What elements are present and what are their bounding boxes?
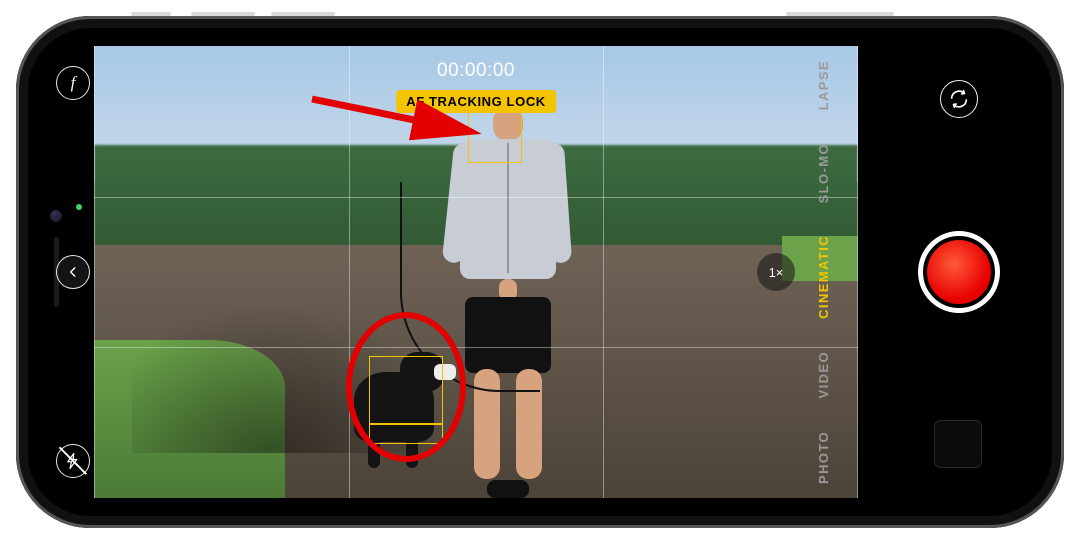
focus-box-dog[interactable] bbox=[369, 356, 443, 444]
iphone-frame: f bbox=[16, 16, 1064, 528]
grid-line bbox=[94, 197, 858, 198]
flash-off-button[interactable] bbox=[56, 444, 90, 478]
chevron-left-icon bbox=[66, 265, 80, 279]
grid-line bbox=[349, 46, 350, 498]
record-button[interactable] bbox=[918, 231, 1000, 313]
last-capture-thumbnail[interactable] bbox=[934, 420, 982, 468]
camera-indicator-icon bbox=[76, 204, 82, 210]
mode-slomo[interactable]: SLO-MO bbox=[816, 127, 831, 219]
camera-viewfinder[interactable]: 00:00:00 AF TRACKING LOCK bbox=[94, 46, 858, 498]
zoom-level-label: 1× bbox=[769, 265, 784, 280]
screen: f bbox=[32, 32, 1048, 512]
mode-video[interactable]: VIDEO bbox=[816, 335, 831, 414]
mode-cinematic[interactable]: CINEMATIC bbox=[816, 219, 831, 335]
mode-selector[interactable]: LAPSE SLO-MO CINEMATIC VIDEO PHOTO bbox=[808, 32, 838, 512]
zoom-level-button[interactable]: 1× bbox=[757, 253, 795, 291]
f-stop-icon: f bbox=[71, 73, 76, 93]
mode-photo[interactable]: PHOTO bbox=[816, 415, 831, 500]
record-timecode: 00:00:00 bbox=[437, 60, 515, 82]
volume-up-button-hw bbox=[191, 12, 255, 16]
grid-line bbox=[603, 46, 604, 498]
record-icon bbox=[927, 240, 991, 304]
volume-down-button-hw bbox=[271, 12, 335, 16]
depth-control-button[interactable]: f bbox=[56, 66, 90, 100]
rotate-icon bbox=[948, 88, 970, 110]
af-tracking-lock-badge: AF TRACKING LOCK bbox=[396, 90, 556, 113]
side-button-hw bbox=[786, 12, 894, 16]
flip-camera-button[interactable] bbox=[940, 80, 978, 118]
mute-switch bbox=[131, 12, 171, 16]
mode-lapse[interactable]: LAPSE bbox=[816, 44, 831, 126]
grid-line bbox=[94, 347, 858, 348]
back-button[interactable] bbox=[56, 255, 90, 289]
